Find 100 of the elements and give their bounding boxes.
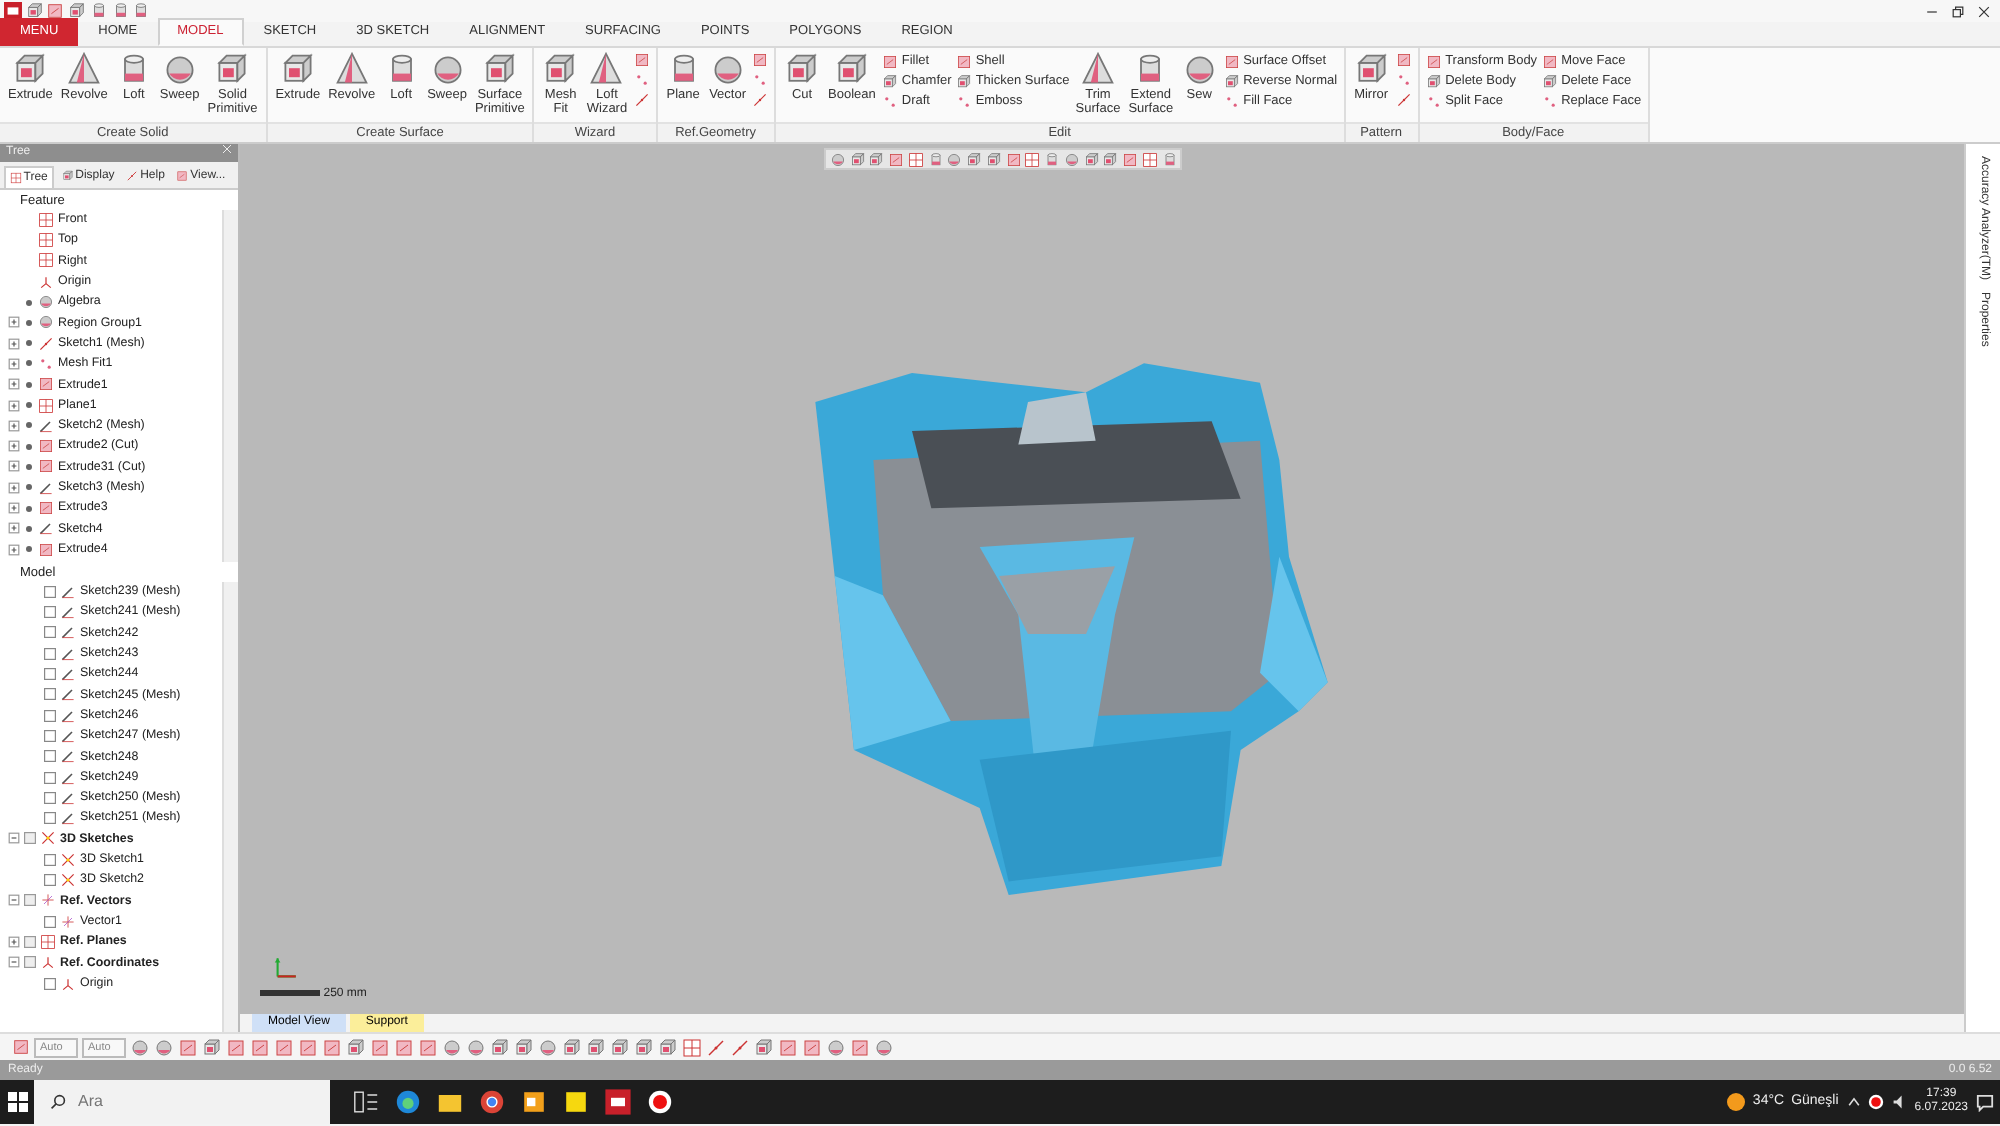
close-icon[interactable] [1977,5,1990,17]
view-tool-button[interactable] [907,151,924,167]
toolbar-button[interactable] [802,1037,822,1057]
view-tool-button[interactable] [985,151,1002,167]
minimize-icon[interactable] [1925,5,1938,17]
expand-icon[interactable] [8,481,20,494]
toolbar-button[interactable] [250,1037,270,1057]
taskbar-app[interactable] [393,1088,421,1116]
toolbar-button[interactable] [322,1037,342,1057]
tool-button[interactable] [1395,91,1412,107]
quick-access-button[interactable] [46,2,65,20]
view-tool-button[interactable] [946,151,963,167]
search-box[interactable]: Ara [34,1080,330,1124]
toolbar-button[interactable] [754,1037,774,1057]
checkbox[interactable] [44,915,56,928]
toolbar-button[interactable] [586,1037,606,1057]
taskbar-app[interactable] [477,1088,505,1116]
view-tool-button[interactable] [966,151,982,167]
expand-icon[interactable] [8,316,20,329]
toolbar-button[interactable] [130,1037,150,1057]
checkbox[interactable] [44,750,56,763]
checkbox[interactable] [44,771,56,784]
notification-icon[interactable] [1975,1093,1993,1111]
tool-button[interactable] [1395,52,1412,68]
toolbar-button[interactable] [730,1037,750,1057]
tool-button[interactable] [1395,71,1412,88]
expand-icon[interactable] [8,502,20,515]
expand-icon[interactable] [8,935,20,948]
search-field[interactable]: Ara [78,1092,258,1112]
quick-access-button[interactable] [68,2,86,20]
toolbar-button[interactable] [514,1037,534,1057]
checkbox[interactable] [44,853,56,866]
toolbar-button[interactable] [610,1037,630,1057]
toolbar-button[interactable] [370,1037,390,1057]
record-icon[interactable] [1868,1094,1885,1110]
toolbar-button[interactable] [706,1037,726,1057]
chevron-up-icon[interactable] [1845,1094,1862,1110]
checkbox[interactable] [44,729,56,742]
view-tool-button[interactable] [927,151,943,167]
view-tool-button[interactable] [1044,151,1060,167]
checkbox[interactable] [44,647,56,660]
restore-icon[interactable] [1951,5,1964,17]
toolbar-button[interactable] [226,1037,246,1057]
view-tool-button[interactable] [1024,151,1041,167]
tool-button[interactable] [633,91,650,107]
toolbar-button[interactable] [826,1037,846,1057]
quick-access-button[interactable] [132,2,151,20]
tool-button[interactable] [752,52,769,68]
expand-icon[interactable] [8,543,20,556]
taskbar-app[interactable] [645,1088,673,1116]
toolbar-button[interactable] [274,1037,294,1057]
taskbar-app[interactable] [351,1088,379,1116]
view-tool-button[interactable] [888,151,904,167]
view-tool-button[interactable] [1083,151,1099,167]
toolbar-button[interactable] [466,1037,486,1057]
expand-icon[interactable] [8,399,20,412]
toolbar-button[interactable] [154,1037,174,1057]
toolbar-button[interactable] [490,1037,510,1057]
view-tool-button[interactable] [829,151,846,167]
toolbar-button[interactable] [850,1037,870,1057]
toolbar-button[interactable] [634,1037,654,1057]
toolbar-button[interactable] [562,1037,582,1057]
checkbox[interactable] [44,626,56,639]
toolbar-button[interactable] [418,1037,438,1057]
checkbox[interactable] [44,874,56,887]
view-tool-button[interactable] [1141,151,1158,167]
expand-icon[interactable] [8,419,20,432]
checkbox[interactable] [44,709,56,722]
toolbar-button[interactable] [178,1037,198,1057]
view-tool-button[interactable] [1005,151,1021,167]
taskbar-app[interactable] [561,1088,589,1116]
view-tool-button[interactable] [1122,151,1138,167]
toolbar-button[interactable] [658,1037,678,1057]
tool-button[interactable] [633,71,650,88]
speaker-icon[interactable] [1891,1094,1908,1110]
tool-button[interactable] [752,71,769,88]
expand-icon[interactable] [8,460,20,473]
toolbar-button[interactable] [394,1037,414,1057]
checkbox[interactable] [44,812,56,825]
checkbox[interactable] [44,668,56,681]
quick-access-button[interactable] [111,2,129,20]
view-tool-button[interactable] [1161,151,1177,167]
view-tool-button[interactable] [849,151,865,167]
taskbar-app[interactable] [519,1088,547,1116]
checkbox[interactable] [44,585,56,598]
checkbox[interactable] [44,606,56,619]
collapse-icon[interactable] [8,894,20,907]
collapse-icon[interactable] [8,832,20,845]
toolbar-button[interactable] [778,1037,798,1057]
toolbar-button[interactable] [202,1037,222,1057]
expand-icon[interactable] [8,440,20,453]
tool-button[interactable] [633,52,650,68]
toolbar-button[interactable] [298,1037,318,1057]
view-tool-button[interactable] [1102,151,1119,167]
checkbox[interactable] [44,688,56,701]
expand-icon[interactable] [8,357,20,370]
collapse-icon[interactable] [8,956,20,969]
checkbox[interactable] [44,977,56,990]
view-tool-button[interactable] [1063,151,1080,167]
expand-icon[interactable] [8,522,20,535]
